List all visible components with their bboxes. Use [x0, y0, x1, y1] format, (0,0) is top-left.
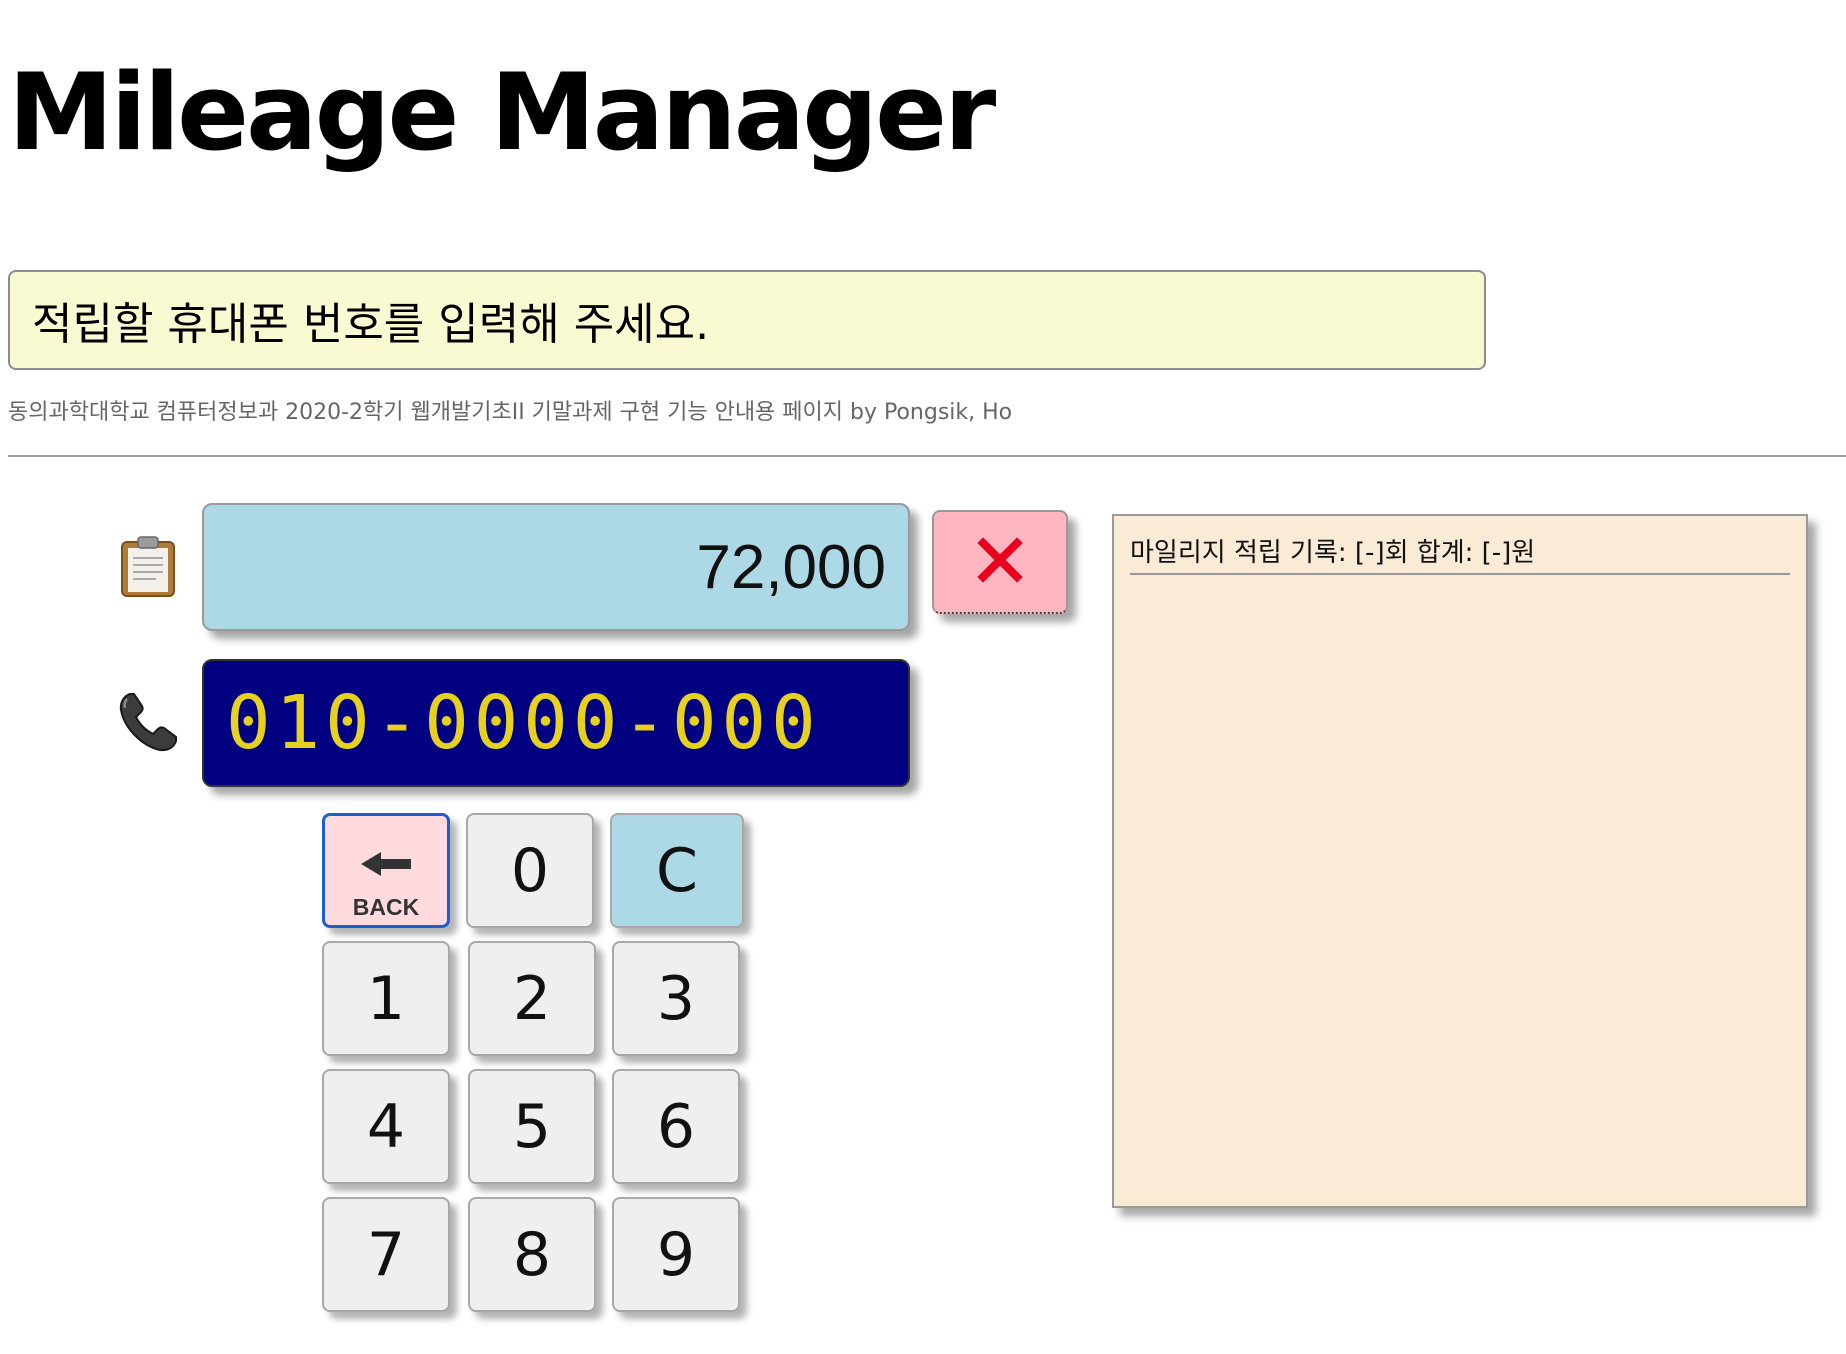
- key-7[interactable]: 7: [322, 1197, 450, 1312]
- key-1[interactable]: 1: [322, 941, 450, 1056]
- phone-number-value: 010-0000-000: [226, 680, 821, 766]
- phone-number-display[interactable]: 010-0000-000: [202, 659, 910, 787]
- amount-display[interactable]: 72,000: [202, 503, 910, 631]
- key-2[interactable]: 2: [468, 941, 596, 1056]
- close-button[interactable]: [932, 510, 1068, 614]
- key-0[interactable]: 0: [466, 813, 594, 928]
- message-text: 적립할 휴대폰 번호를 입력해 주세요.: [32, 299, 710, 350]
- key-3[interactable]: 3: [612, 941, 740, 1056]
- credit-text: 동의과학대학교 컴퓨터정보과 2020-2학기 웹개발기초II 기말과제 구현 …: [8, 400, 1013, 425]
- back-button[interactable]: BACK: [322, 813, 450, 928]
- key-9[interactable]: 9: [612, 1197, 740, 1312]
- back-arrow-icon: [359, 823, 413, 893]
- back-button-label: BACK: [352, 893, 420, 920]
- key-8[interactable]: 8: [468, 1197, 596, 1312]
- keypad: BACK 0 C 1 2 3 4 5 6 7 8 9: [322, 813, 744, 1313]
- message-box: 적립할 휴대폰 번호를 입력해 주세요.: [8, 270, 1486, 370]
- key-4[interactable]: 4: [322, 1069, 450, 1184]
- divider: [8, 455, 1846, 457]
- clear-button[interactable]: C: [610, 813, 744, 928]
- mileage-history-panel[interactable]: 마일리지 적립 기록: [-]회 합계: [-]원: [1112, 514, 1808, 1208]
- amount-value: 72,000: [696, 532, 886, 602]
- close-icon: [977, 537, 1023, 587]
- page-title: Mileage Manager: [8, 51, 996, 174]
- clipboard-icon: [120, 536, 176, 598]
- key-5[interactable]: 5: [468, 1069, 596, 1184]
- telephone-icon: [116, 690, 180, 754]
- key-6[interactable]: 6: [612, 1069, 740, 1184]
- history-header: 마일리지 적립 기록: [-]회 합계: [-]원: [1130, 532, 1790, 575]
